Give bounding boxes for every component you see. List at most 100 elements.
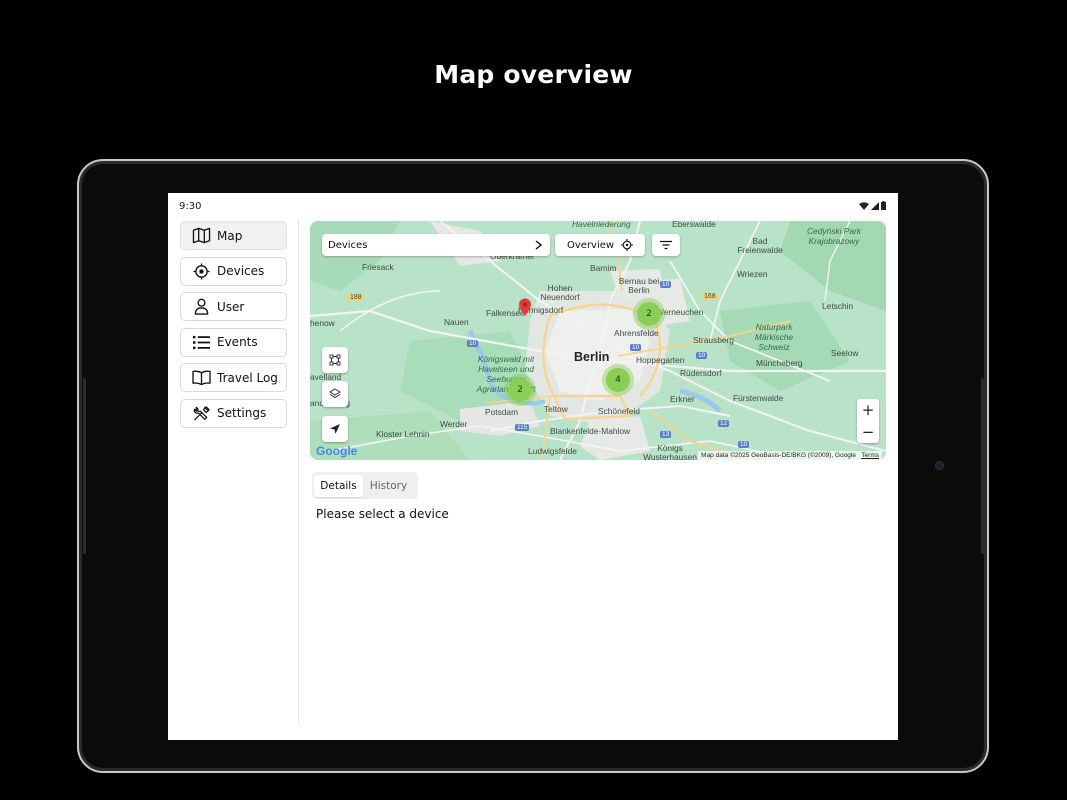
zoom-controls: + − bbox=[857, 399, 879, 443]
book-icon bbox=[192, 370, 211, 386]
map-label: Potsdam bbox=[485, 407, 519, 417]
map-label: Kloster Lehnin bbox=[376, 429, 430, 439]
tablet-side-button-right bbox=[981, 378, 984, 554]
device-marker-icon[interactable] bbox=[518, 298, 532, 316]
sidebar-item-label: Travel Log bbox=[217, 370, 278, 385]
map-label: Erkner bbox=[670, 394, 695, 404]
road-shield: 10 bbox=[630, 344, 642, 351]
road-shield: 13 bbox=[660, 431, 672, 438]
map-label: henow bbox=[310, 318, 335, 328]
road-shield: 188 bbox=[348, 294, 364, 301]
map-label: Wriezen bbox=[737, 269, 768, 279]
sidebar-item-label: User bbox=[217, 299, 245, 314]
road-shield: 10 bbox=[696, 352, 708, 359]
empty-state-message: Please select a device bbox=[316, 507, 449, 521]
list-icon bbox=[193, 335, 210, 349]
overview-button[interactable]: Overview bbox=[555, 234, 645, 256]
camera-icon bbox=[935, 461, 944, 470]
user-icon bbox=[194, 298, 209, 315]
road-shield: 115 bbox=[515, 424, 530, 431]
map-label: Bernau bei Berlin bbox=[618, 276, 660, 295]
map-label: Fürstenwalde bbox=[733, 393, 784, 403]
status-bar: 9:30 bbox=[168, 193, 898, 219]
map-label: Eberswalde bbox=[672, 221, 716, 229]
terms-link[interactable]: Terms bbox=[861, 452, 879, 459]
wifi-icon bbox=[859, 201, 869, 210]
map-icon bbox=[192, 227, 211, 244]
layers-icon bbox=[329, 388, 341, 399]
status-time: 9:30 bbox=[179, 201, 202, 212]
map-label: Bad Freienwalde bbox=[737, 236, 783, 255]
devices-selector[interactable]: Devices bbox=[322, 234, 550, 256]
map-label: Friesack bbox=[362, 262, 394, 272]
tools-icon bbox=[193, 405, 210, 421]
page-headline: Map overview bbox=[434, 60, 633, 89]
road-shield: 10 bbox=[738, 441, 750, 448]
map-label: Strausberg bbox=[693, 335, 734, 345]
map-label: Letschin bbox=[822, 301, 854, 311]
map-label: Seelow bbox=[831, 348, 859, 358]
map-label: Barnim bbox=[590, 263, 617, 273]
road-shield: 168 bbox=[702, 293, 718, 300]
map-label: Naturpark Märkische Schweiz bbox=[754, 322, 794, 352]
sidebar-item-travel-log[interactable]: Travel Log bbox=[180, 363, 287, 392]
my-location-button[interactable] bbox=[322, 416, 348, 442]
sidebar-item-map[interactable]: Map bbox=[180, 221, 287, 250]
map-label: Werneuchen bbox=[656, 307, 704, 317]
map-label: Werder bbox=[440, 419, 468, 429]
layers-button[interactable] bbox=[322, 381, 348, 407]
zoom-in-button[interactable]: + bbox=[857, 399, 879, 421]
signal-icon bbox=[871, 201, 879, 210]
sidebar-item-label: Devices bbox=[217, 264, 265, 278]
map-label: Rüdersdorf bbox=[680, 368, 722, 378]
sidebar-divider bbox=[298, 219, 299, 723]
map-view[interactable]: Havelniederung Eberswalde Bad Freienwald… bbox=[310, 221, 886, 460]
select-area-icon bbox=[329, 354, 341, 366]
details-tabs: Details History bbox=[312, 472, 418, 499]
sidebar-item-devices[interactable]: Devices bbox=[180, 256, 287, 286]
filter-button[interactable] bbox=[652, 234, 680, 256]
device-cluster[interactable]: 2 bbox=[637, 302, 661, 326]
chevron-right-icon bbox=[535, 240, 542, 250]
sidebar-item-label: Map bbox=[217, 228, 243, 243]
map-label: Cedyński Park Krajobrazowy bbox=[807, 226, 861, 246]
map-label-city: Berlin bbox=[574, 350, 610, 364]
select-area-button[interactable] bbox=[322, 347, 348, 373]
map-label: Teltow bbox=[544, 404, 568, 414]
sidebar-item-label: Events bbox=[217, 335, 258, 349]
tablet-side-button-left bbox=[83, 378, 86, 554]
map-label: Havelniederung bbox=[572, 221, 631, 229]
road-shield: 10 bbox=[660, 281, 672, 288]
map-attribution: Map data ©2025 GeoBasis-DE/BKG (©2009), … bbox=[698, 451, 882, 460]
sidebar-item-settings[interactable]: Settings bbox=[180, 398, 287, 428]
filter-icon bbox=[660, 240, 672, 250]
zoom-out-button[interactable]: − bbox=[857, 421, 879, 443]
map-attribution-text: Map data ©2025 GeoBasis-DE/BKG (©2009), … bbox=[701, 452, 856, 459]
app-screen: 9:30 Map Devices User Events Travel Log bbox=[168, 193, 898, 740]
map-label: Müncheberg bbox=[756, 358, 803, 368]
tab-history[interactable]: History bbox=[363, 475, 414, 497]
tab-details[interactable]: Details bbox=[314, 474, 363, 497]
road-shield: 12 bbox=[718, 420, 730, 427]
road-shield: 10 bbox=[467, 340, 479, 347]
map-label: Schönefeld bbox=[598, 406, 640, 416]
sidebar-nav: Map Devices User Events Travel Log Setti… bbox=[180, 221, 287, 434]
map-label: Blankenfelde-Mahlow bbox=[550, 426, 631, 436]
crosshair-icon bbox=[193, 262, 210, 280]
google-logo: Google bbox=[316, 444, 358, 458]
battery-icon bbox=[881, 201, 886, 210]
map-label: Nauen bbox=[444, 317, 469, 327]
map-label: Königs Wusterhausen bbox=[643, 443, 697, 461]
device-cluster[interactable]: 2 bbox=[508, 378, 532, 402]
map-label: Hohen Neuendorf bbox=[540, 283, 580, 302]
map-label: Ludwigsfelde bbox=[528, 446, 577, 456]
sidebar-item-user[interactable]: User bbox=[180, 292, 287, 321]
device-cluster[interactable]: 4 bbox=[606, 368, 630, 392]
sidebar-item-label: Settings bbox=[217, 406, 267, 420]
status-icons bbox=[859, 201, 886, 210]
navigation-arrow-icon bbox=[330, 424, 340, 434]
crosshair-icon bbox=[621, 239, 633, 251]
overview-button-label: Overview bbox=[567, 239, 615, 251]
sidebar-item-events[interactable]: Events bbox=[180, 327, 287, 357]
devices-selector-label: Devices bbox=[328, 239, 368, 251]
